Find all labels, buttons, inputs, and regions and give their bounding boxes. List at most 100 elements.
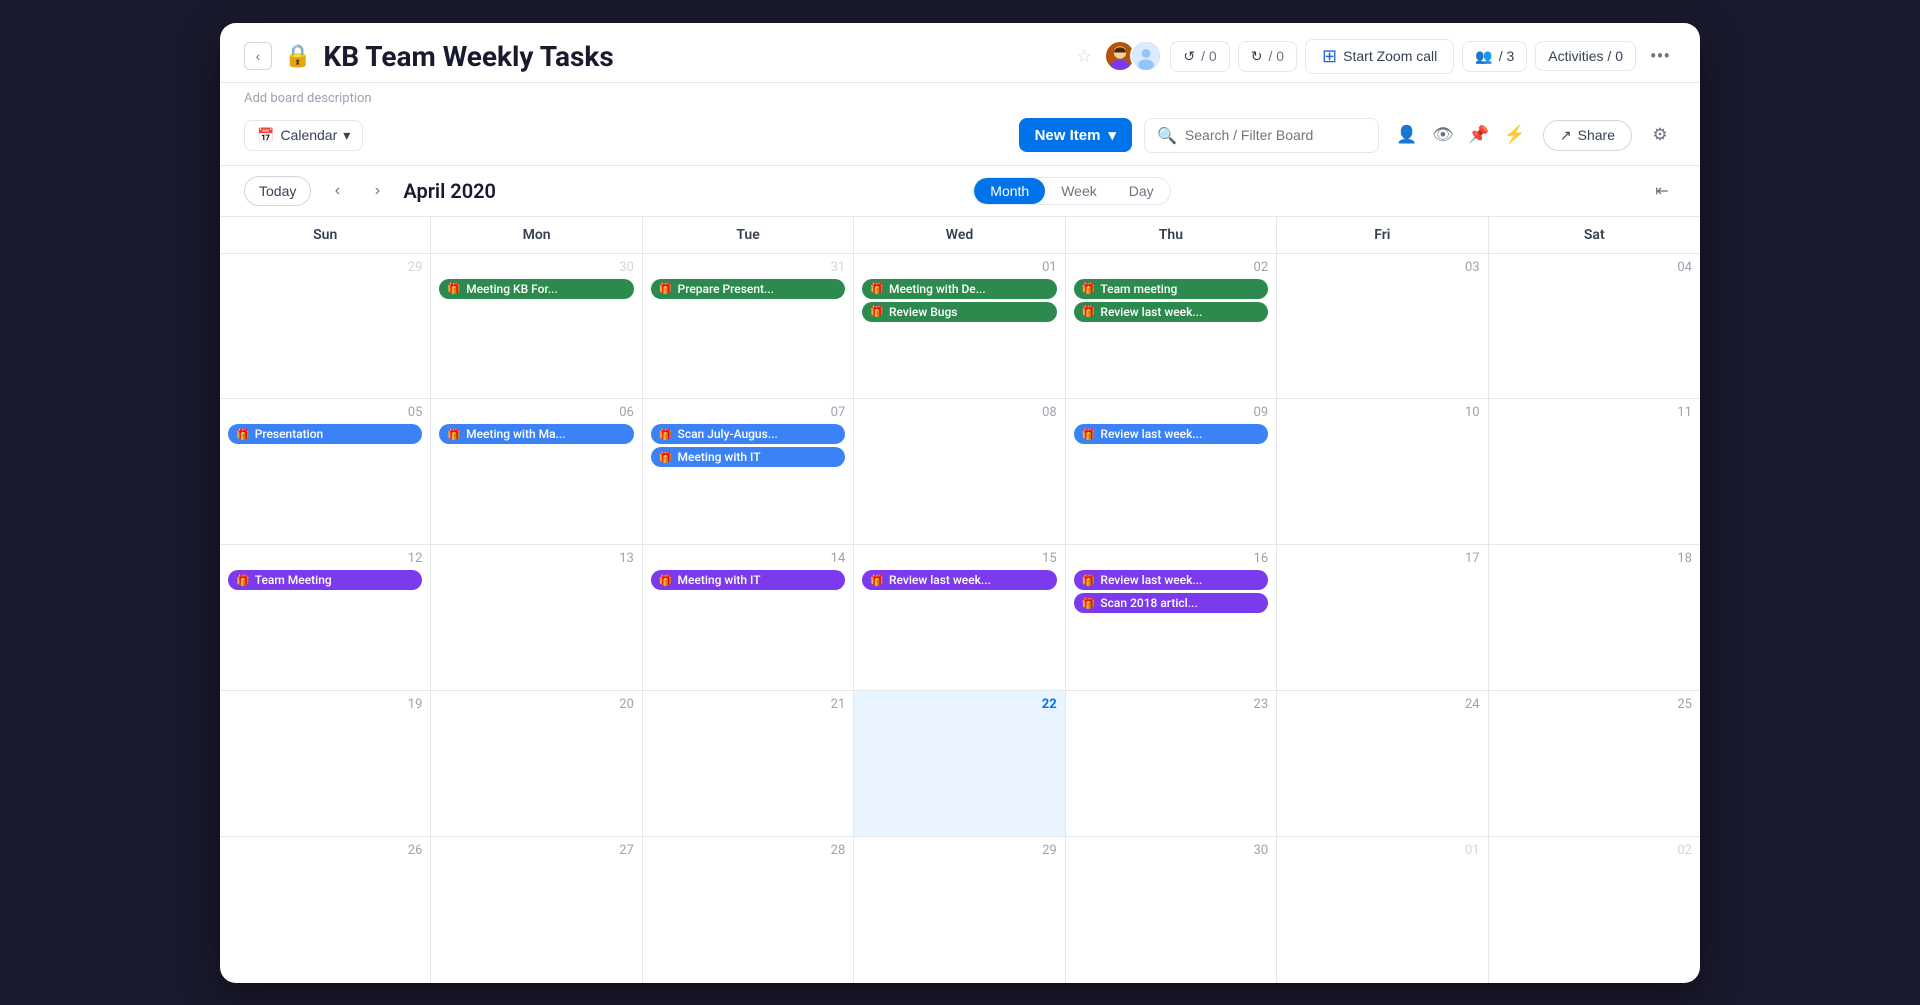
settings-icon[interactable]: ⚙ <box>1644 119 1676 151</box>
next-month-button[interactable]: › <box>363 177 391 205</box>
person-filter-icon[interactable]: 👤 <box>1391 119 1423 151</box>
day-cell[interactable]: 17 <box>1277 545 1488 690</box>
calendar-event[interactable]: 🎁Prepare Present... <box>651 279 845 299</box>
calendar-event[interactable]: 🎁Review last week... <box>1074 302 1268 322</box>
day-cell[interactable]: 26 <box>220 837 431 983</box>
day-cell[interactable]: 24 <box>1277 691 1488 836</box>
day-cell[interactable]: 03 <box>1277 254 1488 399</box>
day-cell[interactable]: 16 🎁Review last week... 🎁Scan 2018 articl.… <box>1066 545 1277 690</box>
calendar-event[interactable]: 🎁Meeting with IT <box>651 447 845 467</box>
day-cell[interactable]: 27 <box>431 837 642 983</box>
day-cell[interactable]: 09 🎁Review last week... <box>1066 399 1277 544</box>
day-cell[interactable]: 14🎁Meeting with IT <box>643 545 854 690</box>
pin-icon[interactable]: 📌 <box>1463 119 1495 151</box>
members-button[interactable]: 👥 / 3 <box>1462 41 1527 72</box>
collapse-button[interactable]: ‹ <box>244 42 272 70</box>
day-cell[interactable]: 18 <box>1489 545 1700 690</box>
calendar-event[interactable]: 🎁Meeting with IT <box>651 570 845 590</box>
day-number: 07 <box>651 405 845 420</box>
calendar-event[interactable]: 🎁Review last week... <box>862 570 1056 590</box>
activities-button[interactable]: Activities / 0 <box>1535 41 1636 71</box>
calendar-event[interactable]: 🎁Meeting with Ma... <box>439 424 633 444</box>
week-view-button[interactable]: Week <box>1045 178 1113 204</box>
day-cell[interactable]: 01🎁Meeting with De...🎁Review Bugs <box>854 254 1065 399</box>
calendar-event[interactable]: 🎁Review last week... <box>1074 424 1268 444</box>
collapse-right-icon[interactable]: ⇤ <box>1648 177 1676 205</box>
calendar-event[interactable]: 🎁Presentation <box>228 424 422 444</box>
day-cell[interactable]: 25 <box>1489 691 1700 836</box>
prev-month-button[interactable]: ‹ <box>323 177 351 205</box>
day-cell[interactable]: 04 <box>1489 254 1700 399</box>
day-cell[interactable]: 06🎁Meeting with Ma... <box>431 399 642 544</box>
day-cell[interactable]: 29 <box>854 837 1065 983</box>
day-cell[interactable]: 02🎁Team meeting🎁Review last week... <box>1066 254 1277 399</box>
day-cell[interactable]: 01 <box>1277 837 1488 983</box>
day-number: 30 <box>439 260 633 275</box>
event-icon: 🎁 <box>1082 428 1096 441</box>
month-view-button[interactable]: Month <box>974 178 1045 204</box>
hide-icon[interactable]: 👁 <box>1427 119 1459 151</box>
day-number: 02 <box>1497 843 1692 858</box>
calendar-view-button[interactable]: 📅 Calendar ▾ <box>244 120 363 151</box>
day-cell[interactable]: 30 🎁Meeting KB For... <box>431 254 642 399</box>
event-label: Meeting with IT <box>678 573 761 587</box>
day-number: 23 <box>1074 697 1268 712</box>
search-input[interactable] <box>1185 127 1366 143</box>
day-number: 16 <box>1074 551 1268 566</box>
calendar-event[interactable]: 🎁Scan 2018 articl... <box>1074 593 1268 613</box>
day-view-button[interactable]: Day <box>1113 178 1170 204</box>
search-icon: 🔍 <box>1157 126 1177 145</box>
new-item-button[interactable]: New Item ▾ <box>1019 118 1132 152</box>
day-cell[interactable]: 05🎁Presentation <box>220 399 431 544</box>
calendar-event[interactable]: 🎁Review Bugs <box>862 302 1056 322</box>
day-number: 29 <box>228 260 422 275</box>
calendar-event[interactable]: 🎁Review last week... <box>1074 570 1268 590</box>
event-label: Review last week... <box>1100 305 1202 319</box>
board-description[interactable]: Add board description <box>244 91 372 106</box>
day-number: 25 <box>1497 697 1692 712</box>
day-cell[interactable]: 31🎁Prepare Present... <box>643 254 854 399</box>
calendar-event[interactable]: 🎁Meeting with De... <box>862 279 1056 299</box>
day-cell[interactable]: 10 <box>1277 399 1488 544</box>
zoom-call-button[interactable]: ⊞ Start Zoom call <box>1305 39 1454 74</box>
event-label: Review Bugs <box>889 305 957 319</box>
day-header-sun: Sun <box>220 217 431 253</box>
event-icon: 🎁 <box>236 428 250 441</box>
day-number: 22 <box>862 697 1056 712</box>
day-cell[interactable]: 19 <box>220 691 431 836</box>
redo-button[interactable]: ↻ / 0 <box>1238 41 1297 72</box>
day-cell[interactable]: 29 <box>220 254 431 399</box>
week-row-2: 12🎁Team Meeting1314🎁Meeting with IT15🎁Re… <box>220 545 1700 691</box>
day-cell[interactable]: 21 <box>643 691 854 836</box>
day-cell[interactable]: 11 <box>1489 399 1700 544</box>
day-cell[interactable]: 30 <box>1066 837 1277 983</box>
undo-button[interactable]: ↺ / 0 <box>1170 41 1229 72</box>
calendar-event[interactable]: 🎁Team meeting <box>1074 279 1268 299</box>
day-cell[interactable]: 13 <box>431 545 642 690</box>
event-icon: 🎁 <box>447 428 461 441</box>
members-count: / 3 <box>1499 48 1515 64</box>
day-cell[interactable]: 02 <box>1489 837 1700 983</box>
day-cell[interactable]: 20 <box>431 691 642 836</box>
calendar-event[interactable]: 🎁Scan July-Augus... <box>651 424 845 444</box>
day-number: 30 <box>1074 843 1268 858</box>
event-label: Review last week... <box>889 573 991 587</box>
more-button[interactable]: ••• <box>1644 40 1676 72</box>
calendar-event[interactable]: 🎁Team Meeting <box>228 570 422 590</box>
day-number: 09 <box>1074 405 1268 420</box>
calendar-event[interactable]: 🎁Meeting KB For... <box>439 279 633 299</box>
share-button[interactable]: ↗ Share <box>1543 120 1632 151</box>
star-icon[interactable]: ☆ <box>1076 46 1092 67</box>
calendar-controls: Today ‹ › April 2020 Month Week Day ⇤ <box>220 166 1700 217</box>
day-cell[interactable]: 23 <box>1066 691 1277 836</box>
day-cell[interactable]: 28 <box>643 837 854 983</box>
event-icon: 🎁 <box>1082 597 1096 610</box>
day-cell[interactable]: 08 <box>854 399 1065 544</box>
today-button[interactable]: Today <box>244 176 311 206</box>
day-cell[interactable]: 07 🎁Scan July-Augus... 🎁Meeting with IT <box>643 399 854 544</box>
day-cell[interactable]: 22 <box>854 691 1065 836</box>
day-cell[interactable]: 15🎁Review last week... <box>854 545 1065 690</box>
redo-icon: ↻ <box>1251 48 1263 65</box>
day-cell[interactable]: 12🎁Team Meeting <box>220 545 431 690</box>
filter-icon[interactable]: ⚡ <box>1499 119 1531 151</box>
